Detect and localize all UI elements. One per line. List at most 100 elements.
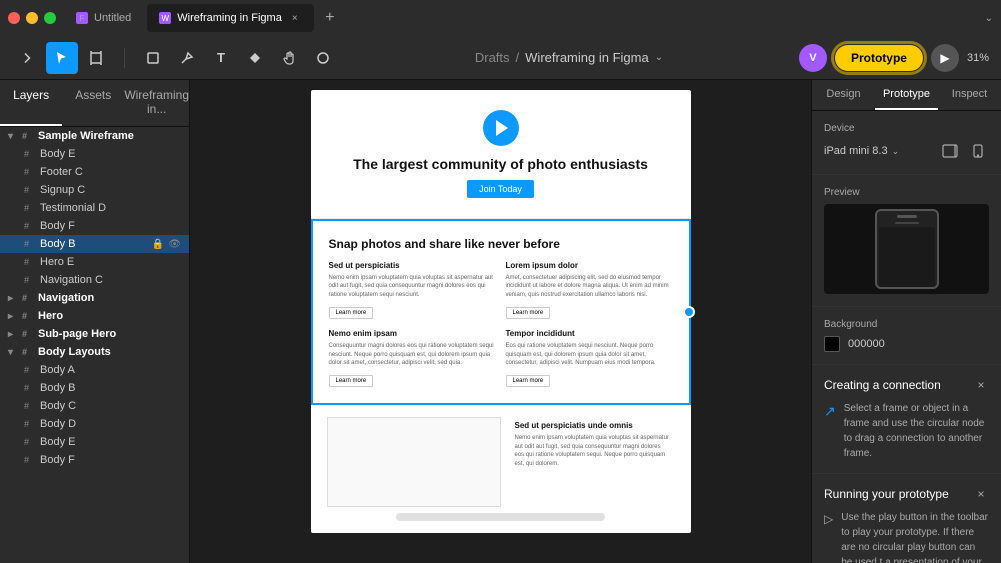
layer-body-a[interactable]: # Body A — [0, 361, 189, 379]
learn-more-btn-3[interactable]: Learn more — [329, 375, 374, 387]
toolbar-file-name[interactable]: Wireframing in Figma — [525, 50, 649, 65]
frame-icon: # — [22, 293, 34, 303]
layer-label: Body C — [40, 400, 76, 412]
device-selector[interactable]: iPad mini 8.3 ⌄ — [824, 145, 899, 157]
frame-icon: # — [24, 455, 36, 465]
rp-close-btn[interactable]: × — [973, 486, 989, 502]
expand-icon: ▸ — [8, 329, 18, 340]
toolbar-title: Drafts / Wireframing in Figma ⌄ — [347, 50, 791, 65]
background-color-swatch[interactable] — [824, 336, 840, 352]
learn-more-btn-4[interactable]: Learn more — [506, 375, 551, 387]
card-title: Lorem ipsum dolor — [506, 261, 673, 270]
tab-untitled[interactable]: F Untitled — [64, 4, 143, 32]
layer-footer-c[interactable]: # Footer C — [0, 163, 189, 181]
eye-icon[interactable]: 👁 — [168, 239, 181, 250]
footer-card-title: Sed ut perspiciatis unde omnis — [515, 421, 671, 430]
layer-body-b[interactable]: # Body B 🔒 👁 — [0, 235, 189, 253]
hand-tool-btn[interactable] — [273, 42, 305, 74]
toolbar: T Drafts / Wireframing in Figma ⌄ V Prot… — [0, 36, 1001, 80]
tab-wireframing[interactable]: Wireframing in... — [124, 80, 189, 126]
toolbar-path-prefix: Drafts — [475, 50, 510, 65]
tab-close-btn[interactable]: × — [288, 11, 302, 25]
figma-icon-active: W — [159, 12, 171, 24]
layer-body-f2[interactable]: # Body F — [0, 451, 189, 469]
tab-wireframing[interactable]: W Wireframing in Figma × — [147, 4, 314, 32]
layer-body-b2[interactable]: # Body B — [0, 379, 189, 397]
tab-prototype[interactable]: Prototype — [875, 80, 938, 110]
layer-label: Body F — [40, 454, 75, 466]
layer-signup-c[interactable]: # Signup C — [0, 181, 189, 199]
layer-nav-c[interactable]: # Navigation C — [0, 271, 189, 289]
toolbar-chevron[interactable]: ⌄ — [655, 52, 663, 63]
minimize-window-btn[interactable] — [26, 12, 38, 24]
frame-icon: # — [24, 437, 36, 447]
bg-row: 000000 — [824, 336, 989, 352]
layer-body-e[interactable]: # Body E — [0, 145, 189, 163]
maximize-window-btn[interactable] — [44, 12, 56, 24]
shape-tool-btn[interactable] — [137, 42, 169, 74]
layer-sample-wireframe[interactable]: ▾ # Sample Wireframe — [0, 127, 189, 145]
frame-icon: # — [24, 221, 36, 231]
layer-label: Sample Wireframe — [38, 130, 134, 142]
text-tool-btn[interactable]: T — [205, 42, 237, 74]
cc-close-btn[interactable]: × — [973, 377, 989, 393]
connection-node[interactable] — [683, 306, 695, 318]
card-title: Nemo enim ipsam — [329, 329, 496, 338]
layer-body-f[interactable]: # Body F — [0, 217, 189, 235]
main-menu-btn[interactable] — [12, 42, 44, 74]
component-tool-btn[interactable] — [239, 42, 271, 74]
background-color-value: 000000 — [848, 338, 885, 350]
tab-inspect[interactable]: Inspect — [938, 80, 1001, 110]
layer-label: Body Layouts — [38, 346, 111, 358]
prototype-btn-wrap: Prototype — [835, 45, 923, 71]
card-title: Sed ut perspiciatis — [329, 261, 496, 270]
frame-icon: # — [22, 311, 34, 321]
join-today-btn[interactable]: Join Today — [467, 180, 534, 198]
layer-hero[interactable]: ▸ # Hero — [0, 307, 189, 325]
layer-label: Body B — [40, 382, 75, 394]
preview-box — [824, 204, 989, 294]
layer-testimonial-d[interactable]: # Testimonial D — [0, 199, 189, 217]
chevron-icon: ⌄ — [985, 13, 993, 24]
layer-label: Body A — [40, 364, 75, 376]
device-label: Device — [824, 123, 989, 134]
preview-label: Preview — [824, 187, 989, 198]
lock-icon[interactable]: 🔒 — [152, 239, 164, 250]
canvas: The largest community of photo enthusias… — [190, 80, 811, 563]
layer-label: Body E — [40, 436, 75, 448]
card-text: Eos qui ratione voluptatem sequi nesciun… — [506, 342, 673, 367]
prototype-btn[interactable]: Prototype — [835, 45, 923, 71]
connection-arrow-icon: ↗ — [824, 403, 836, 420]
tab-assets[interactable]: Assets — [62, 80, 124, 126]
cc-header: Creating a connection × — [824, 377, 989, 393]
wireframe-frame[interactable]: The largest community of photo enthusias… — [311, 90, 691, 533]
tab-layers[interactable]: Layers — [0, 80, 62, 126]
frame-icon: # — [24, 257, 36, 267]
layer-body-c[interactable]: # Body C — [0, 397, 189, 415]
card-text: Nemo enim ipsam voluptatem quia voluptas… — [329, 274, 496, 299]
tablet-view-btn[interactable] — [939, 140, 961, 162]
close-window-btn[interactable] — [8, 12, 20, 24]
layer-body-e2[interactable]: # Body E — [0, 433, 189, 451]
comment-tool-btn[interactable] — [307, 42, 339, 74]
new-tab-btn[interactable]: + — [318, 6, 342, 30]
select-tool-btn[interactable] — [46, 42, 78, 74]
layer-hero-e[interactable]: # Hero E — [0, 253, 189, 271]
learn-more-btn-1[interactable]: Learn more — [329, 307, 374, 319]
layer-navigation[interactable]: ▸ # Navigation — [0, 289, 189, 307]
play-btn[interactable]: ▶ — [931, 44, 959, 72]
pen-tool-btn[interactable] — [171, 42, 203, 74]
layer-body-d[interactable]: # Body D — [0, 415, 189, 433]
layer-label: Sub-page Hero — [38, 328, 116, 340]
body-grid: Sed ut perspiciatis Nemo enim ipsam volu… — [329, 261, 673, 387]
phone-view-btn[interactable] — [967, 140, 989, 162]
body-section[interactable]: Snap photos and share like never before … — [311, 219, 691, 405]
layer-subpage-hero[interactable]: ▸ # Sub-page Hero — [0, 325, 189, 343]
body-title: Snap photos and share like never before — [329, 237, 673, 251]
layer-label: Body E — [40, 148, 75, 160]
tab-design[interactable]: Design — [812, 80, 875, 110]
frame-tool-btn[interactable] — [80, 42, 112, 74]
learn-more-btn-2[interactable]: Learn more — [506, 307, 551, 319]
layer-body-layouts[interactable]: ▾ # Body Layouts — [0, 343, 189, 361]
layer-label: Signup C — [40, 184, 85, 196]
